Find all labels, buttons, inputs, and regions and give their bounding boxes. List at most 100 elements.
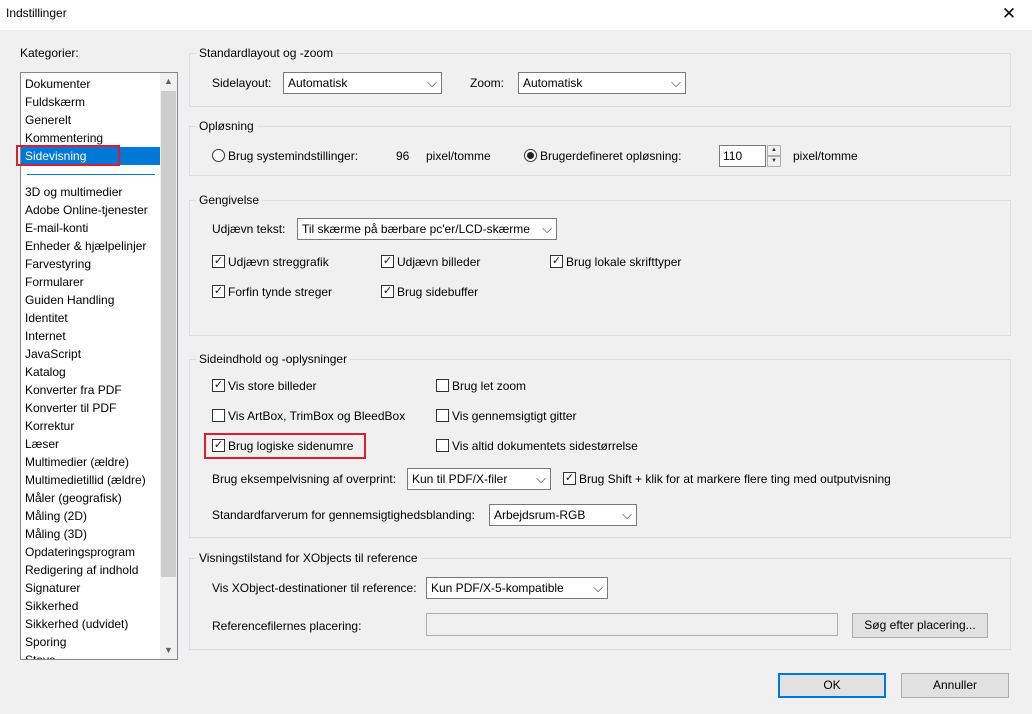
- large-images-label: Vis store billeder: [228, 379, 317, 393]
- chevron-down-icon: ⌵: [671, 75, 681, 90]
- spin-up-icon[interactable]: ▲: [767, 145, 781, 156]
- ok-button[interactable]: OK: [778, 673, 886, 698]
- transparency-grid-label: Vis gennemsigtigt gitter: [452, 409, 577, 423]
- category-item[interactable]: Måler (geografisk): [21, 489, 160, 507]
- resolution-stepper[interactable]: ▲ ▼: [719, 145, 781, 167]
- zoom-value: Automatisk: [523, 76, 583, 90]
- category-item[interactable]: 3D og multimedier: [21, 183, 160, 201]
- category-item[interactable]: Adobe Online-tjenester: [21, 201, 160, 219]
- close-icon[interactable]: ✕: [996, 2, 1022, 26]
- category-item[interactable]: Generelt: [21, 111, 160, 129]
- overprint-dropdown[interactable]: Kun til PDF/X-filer ⌵: [407, 468, 551, 490]
- smooth-text-label: Udjævn tekst:: [212, 222, 286, 236]
- chevron-down-icon: ⌵: [622, 507, 632, 522]
- page-layout-dropdown[interactable]: Automatisk ⌵: [283, 72, 442, 94]
- scrollbar-thumb[interactable]: [161, 91, 176, 577]
- smooth-zoom-label: Brug let zoom: [452, 379, 527, 393]
- cancel-button[interactable]: Annuller: [901, 673, 1009, 698]
- chevron-down-icon: ⌵: [536, 471, 546, 486]
- system-settings-label: Brug systemindstillinger:: [228, 149, 359, 163]
- system-settings-radio[interactable]: [212, 149, 225, 162]
- checkbox-enhance-thin-lines[interactable]: ✓: [212, 285, 225, 298]
- category-item[interactable]: Farvestyring: [21, 255, 160, 273]
- smooth-images-label: Udjævn billeder: [397, 255, 481, 269]
- custom-resolution-radio[interactable]: [524, 149, 537, 162]
- custom-resolution-input[interactable]: [719, 145, 766, 167]
- reference-location-field[interactable]: [426, 613, 838, 636]
- checkbox-document-page-size[interactable]: [436, 439, 449, 452]
- shift-click-label: Brug Shift + klik for at markere flere t…: [579, 472, 891, 486]
- blend-space-value: Arbejdsrum-RGB: [494, 508, 586, 522]
- xobject-dest-value: Kun PDF/X-5-kompatible: [431, 581, 564, 595]
- zoom-label: Zoom:: [470, 76, 505, 90]
- category-item[interactable]: E-mail-konti: [21, 219, 160, 237]
- xobject-dest-dropdown[interactable]: Kun PDF/X-5-kompatible ⌵: [426, 577, 608, 599]
- browse-location-button[interactable]: Søg efter placering...: [852, 613, 988, 638]
- category-item[interactable]: Redigering af indhold: [21, 561, 160, 579]
- category-item[interactable]: Formularer: [21, 273, 160, 291]
- highlight-logical-page-numbers: [204, 433, 366, 459]
- spin-down-icon[interactable]: ▼: [767, 156, 781, 167]
- category-item[interactable]: Opdateringsprogram: [21, 543, 160, 561]
- category-item[interactable]: Stave: [21, 651, 160, 659]
- category-item[interactable]: Konverter til PDF: [21, 399, 160, 417]
- category-item[interactable]: Enheder & hjælpelinjer: [21, 237, 160, 255]
- checkbox-smooth-zoom[interactable]: [436, 379, 449, 392]
- checkbox-transparency-grid[interactable]: [436, 409, 449, 422]
- category-scrollbar[interactable]: ▲ ▼: [160, 73, 177, 659]
- category-item[interactable]: Signaturer: [21, 579, 160, 597]
- checkbox-smooth-line-art[interactable]: ✓: [212, 255, 225, 268]
- category-item[interactable]: Sikkerhed: [21, 597, 160, 615]
- category-item[interactable]: Katalog: [21, 363, 160, 381]
- category-item[interactable]: Sporing: [21, 633, 160, 651]
- category-item[interactable]: Måling (3D): [21, 525, 160, 543]
- enhance-thin-lines-label: Forfin tynde streger: [228, 285, 333, 299]
- category-item[interactable]: Internet: [21, 327, 160, 345]
- custom-resolution-unit: pixel/tomme: [793, 149, 858, 163]
- category-item[interactable]: Måling (2D): [21, 507, 160, 525]
- document-page-size-label: Vis altid dokumentets sidestørrelse: [452, 439, 638, 453]
- checkbox-large-images[interactable]: ✓: [212, 379, 225, 392]
- title-bar: Indstillinger ✕: [0, 0, 1032, 30]
- category-item[interactable]: Guiden Handling: [21, 291, 160, 309]
- zoom-dropdown[interactable]: Automatisk ⌵: [518, 72, 686, 94]
- blend-space-label: Standardfarverum for gennemsigtighedsbla…: [212, 508, 475, 522]
- checkbox-shift-click[interactable]: ✓: [563, 472, 576, 485]
- blend-space-dropdown[interactable]: Arbejdsrum-RGB ⌵: [489, 504, 637, 526]
- smooth-text-value: Til skærme på bærbare pc'er/LCD-skærme: [302, 222, 530, 236]
- category-item[interactable]: Sikkerhed (udvidet): [21, 615, 160, 633]
- category-item[interactable]: Korrektur: [21, 417, 160, 435]
- scroll-down-icon[interactable]: ▼: [160, 642, 177, 659]
- page-layout-value: Automatisk: [288, 76, 348, 90]
- smooth-text-dropdown[interactable]: Til skærme på bærbare pc'er/LCD-skærme ⌵: [297, 218, 557, 240]
- categories-label: Kategorier:: [20, 46, 79, 60]
- overprint-label: Brug eksempelvisning af overprint:: [212, 472, 397, 486]
- local-fonts-label: Brug lokale skrifttyper: [566, 255, 682, 269]
- rendering-title: Gengivelse: [196, 193, 263, 207]
- artbox-label: Vis ArtBox, TrimBox og BleedBox: [228, 409, 406, 423]
- category-item[interactable]: Dokumenter: [21, 75, 160, 93]
- category-item[interactable]: Fuldskærm: [21, 93, 160, 111]
- overprint-value: Kun til PDF/X-filer: [412, 472, 508, 486]
- checkbox-artbox[interactable]: [212, 409, 225, 422]
- category-item[interactable]: Konverter fra PDF: [21, 381, 160, 399]
- chevron-down-icon: ⌵: [427, 75, 437, 90]
- layout-zoom-title: Standardlayout og -zoom: [196, 46, 337, 60]
- reference-location-label: Referencefilernes placering:: [212, 619, 362, 633]
- scroll-up-icon[interactable]: ▲: [160, 73, 177, 90]
- checkbox-smooth-images[interactable]: ✓: [381, 255, 394, 268]
- system-resolution-value: 96: [396, 149, 410, 163]
- custom-resolution-label: Brugerdefineret opløsning:: [540, 149, 682, 163]
- xobject-dest-label: Vis XObject-destinationer til reference:: [212, 581, 417, 595]
- checkbox-local-fonts[interactable]: ✓: [550, 255, 563, 268]
- checkbox-page-cache[interactable]: ✓: [381, 285, 394, 298]
- category-item[interactable]: Læser: [21, 435, 160, 453]
- category-item[interactable]: Identitet: [21, 309, 160, 327]
- category-item[interactable]: JavaScript: [21, 345, 160, 363]
- xobjects-title: Visningstilstand for XObjects til refere…: [196, 551, 421, 565]
- radio-dot: [527, 152, 534, 159]
- category-item[interactable]: Multimedier (ældre): [21, 453, 160, 471]
- chevron-down-icon: ⌵: [542, 221, 552, 236]
- resolution-title: Opløsning: [196, 119, 257, 133]
- category-item[interactable]: Multimedietillid (ældre): [21, 471, 160, 489]
